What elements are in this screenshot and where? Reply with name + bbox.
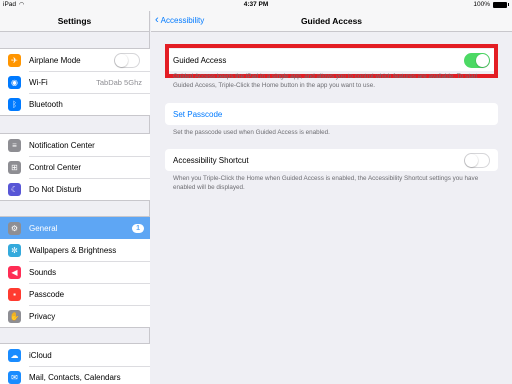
airplane-mode-toggle[interactable] [114, 52, 140, 68]
sidebar-title: Settings [0, 11, 149, 32]
accessibility-shortcut-toggle[interactable] [464, 152, 490, 168]
bluetooth-icon: ᛒ [8, 97, 21, 111]
sidebar-item-label: General [29, 223, 58, 233]
notification-center-icon: ≡ [8, 138, 21, 152]
wallpaper-icon: ✼ [8, 243, 21, 257]
guided-access-label: Guided Access [173, 55, 227, 65]
sidebar-item-do-not-disturb[interactable]: ☾ Do Not Disturb [0, 178, 150, 200]
set-passcode-row[interactable]: Set Passcode [165, 103, 498, 125]
page-title: Guided Access [300, 16, 363, 26]
status-time: 4:37 PM [243, 1, 269, 8]
hand-icon: ✋ [8, 309, 21, 323]
accessibility-shortcut-description: When you Triple-Click the Home when Guid… [173, 175, 479, 191]
accessibility-shortcut-row: Accessibility Shortcut [165, 149, 498, 171]
sidebar-item-label: Sounds [29, 267, 57, 277]
accessibility-shortcut-label: Accessibility Shortcut [173, 155, 249, 165]
sidebar-item-bluetooth[interactable]: ᛒ Bluetooth [0, 93, 150, 115]
moon-icon: ☾ [8, 182, 21, 196]
sidebar-group-notifications: ≡ Notification Center ⊞ Control Center ☾… [0, 133, 150, 201]
update-badge: 1 [132, 223, 144, 233]
sidebar-group-accounts: ☁ iCloud ✉ Mail, Contacts, Calendars [0, 343, 150, 384]
sidebar-item-label: Privacy [29, 311, 56, 321]
battery-percent: 100% [473, 1, 490, 8]
mail-icon: ✉ [8, 370, 21, 384]
gear-icon: ⚙ [8, 221, 21, 235]
sidebar-group-connectivity: ✈ Airplane Mode ◉ Wi-Fi TabDab 5Ghz ᛒ Bl… [0, 48, 150, 116]
sidebar-item-sounds[interactable]: ◀ Sounds [0, 261, 150, 283]
sidebar-item-airplane-mode[interactable]: ✈ Airplane Mode [0, 49, 150, 71]
sidebar-item-label: iCloud [29, 350, 52, 360]
sidebar-item-icloud[interactable]: ☁ iCloud [0, 344, 150, 366]
settings-sidebar: Settings ✈ Airplane Mode ◉ Wi-Fi TabDab … [0, 11, 150, 384]
sidebar-item-privacy[interactable]: ✋ Privacy [0, 305, 150, 327]
sidebar-item-label: Wallpapers & Brightness [29, 245, 117, 255]
sidebar-item-label: Control Center [29, 162, 82, 172]
sidebar-item-label: Bluetooth [29, 99, 63, 109]
guided-access-description: Guided Access keeps the iPad in a single… [173, 73, 478, 89]
airplane-icon: ✈ [8, 53, 21, 67]
lock-icon: ▪ [8, 287, 21, 301]
sidebar-item-label: Wi-Fi [29, 77, 48, 87]
sidebar-item-label: Passcode [29, 289, 65, 299]
sidebar-group-general: ⚙ General 1 ✼ Wallpapers & Brightness ◀ … [0, 216, 150, 328]
speaker-icon: ◀ [8, 265, 21, 279]
sidebar-item-notification-center[interactable]: ≡ Notification Center [0, 134, 150, 156]
navigation-bar: ‹ Accessibility Guided Access [151, 11, 512, 32]
set-passcode-link[interactable]: Set Passcode [173, 110, 222, 119]
sidebar-item-wallpapers-brightness[interactable]: ✼ Wallpapers & Brightness [0, 239, 150, 261]
cloud-icon: ☁ [8, 348, 21, 362]
sidebar-item-label: Do Not Disturb [29, 184, 82, 194]
sidebar-item-general[interactable]: ⚙ General 1 [0, 217, 150, 239]
sidebar-item-wifi[interactable]: ◉ Wi-Fi TabDab 5Ghz [0, 71, 150, 93]
battery-icon [493, 1, 507, 8]
guided-access-row: Guided Access [165, 49, 498, 71]
sidebar-item-passcode[interactable]: ▪ Passcode [0, 283, 150, 305]
wifi-icon: ◉ [8, 75, 21, 89]
control-center-icon: ⊞ [8, 160, 21, 174]
guided-access-pane: ‹ Accessibility Guided Access Guided Acc… [151, 11, 512, 384]
sidebar-item-label: Mail, Contacts, Calendars [29, 372, 121, 382]
sidebar-item-label: Notification Center [29, 140, 95, 150]
sidebar-item-label: Airplane Mode [29, 55, 81, 65]
wifi-network-name: TabDab 5Ghz [96, 77, 142, 87]
sidebar-item-control-center[interactable]: ⊞ Control Center [0, 156, 150, 178]
sidebar-item-mail-contacts-calendars[interactable]: ✉ Mail, Contacts, Calendars [0, 366, 150, 384]
guided-access-toggle[interactable] [464, 52, 490, 68]
status-bar: iPad ◠ 4:37 PM 100% [0, 0, 512, 11]
set-passcode-description: Set the passcode used when Guided Access… [173, 129, 330, 136]
